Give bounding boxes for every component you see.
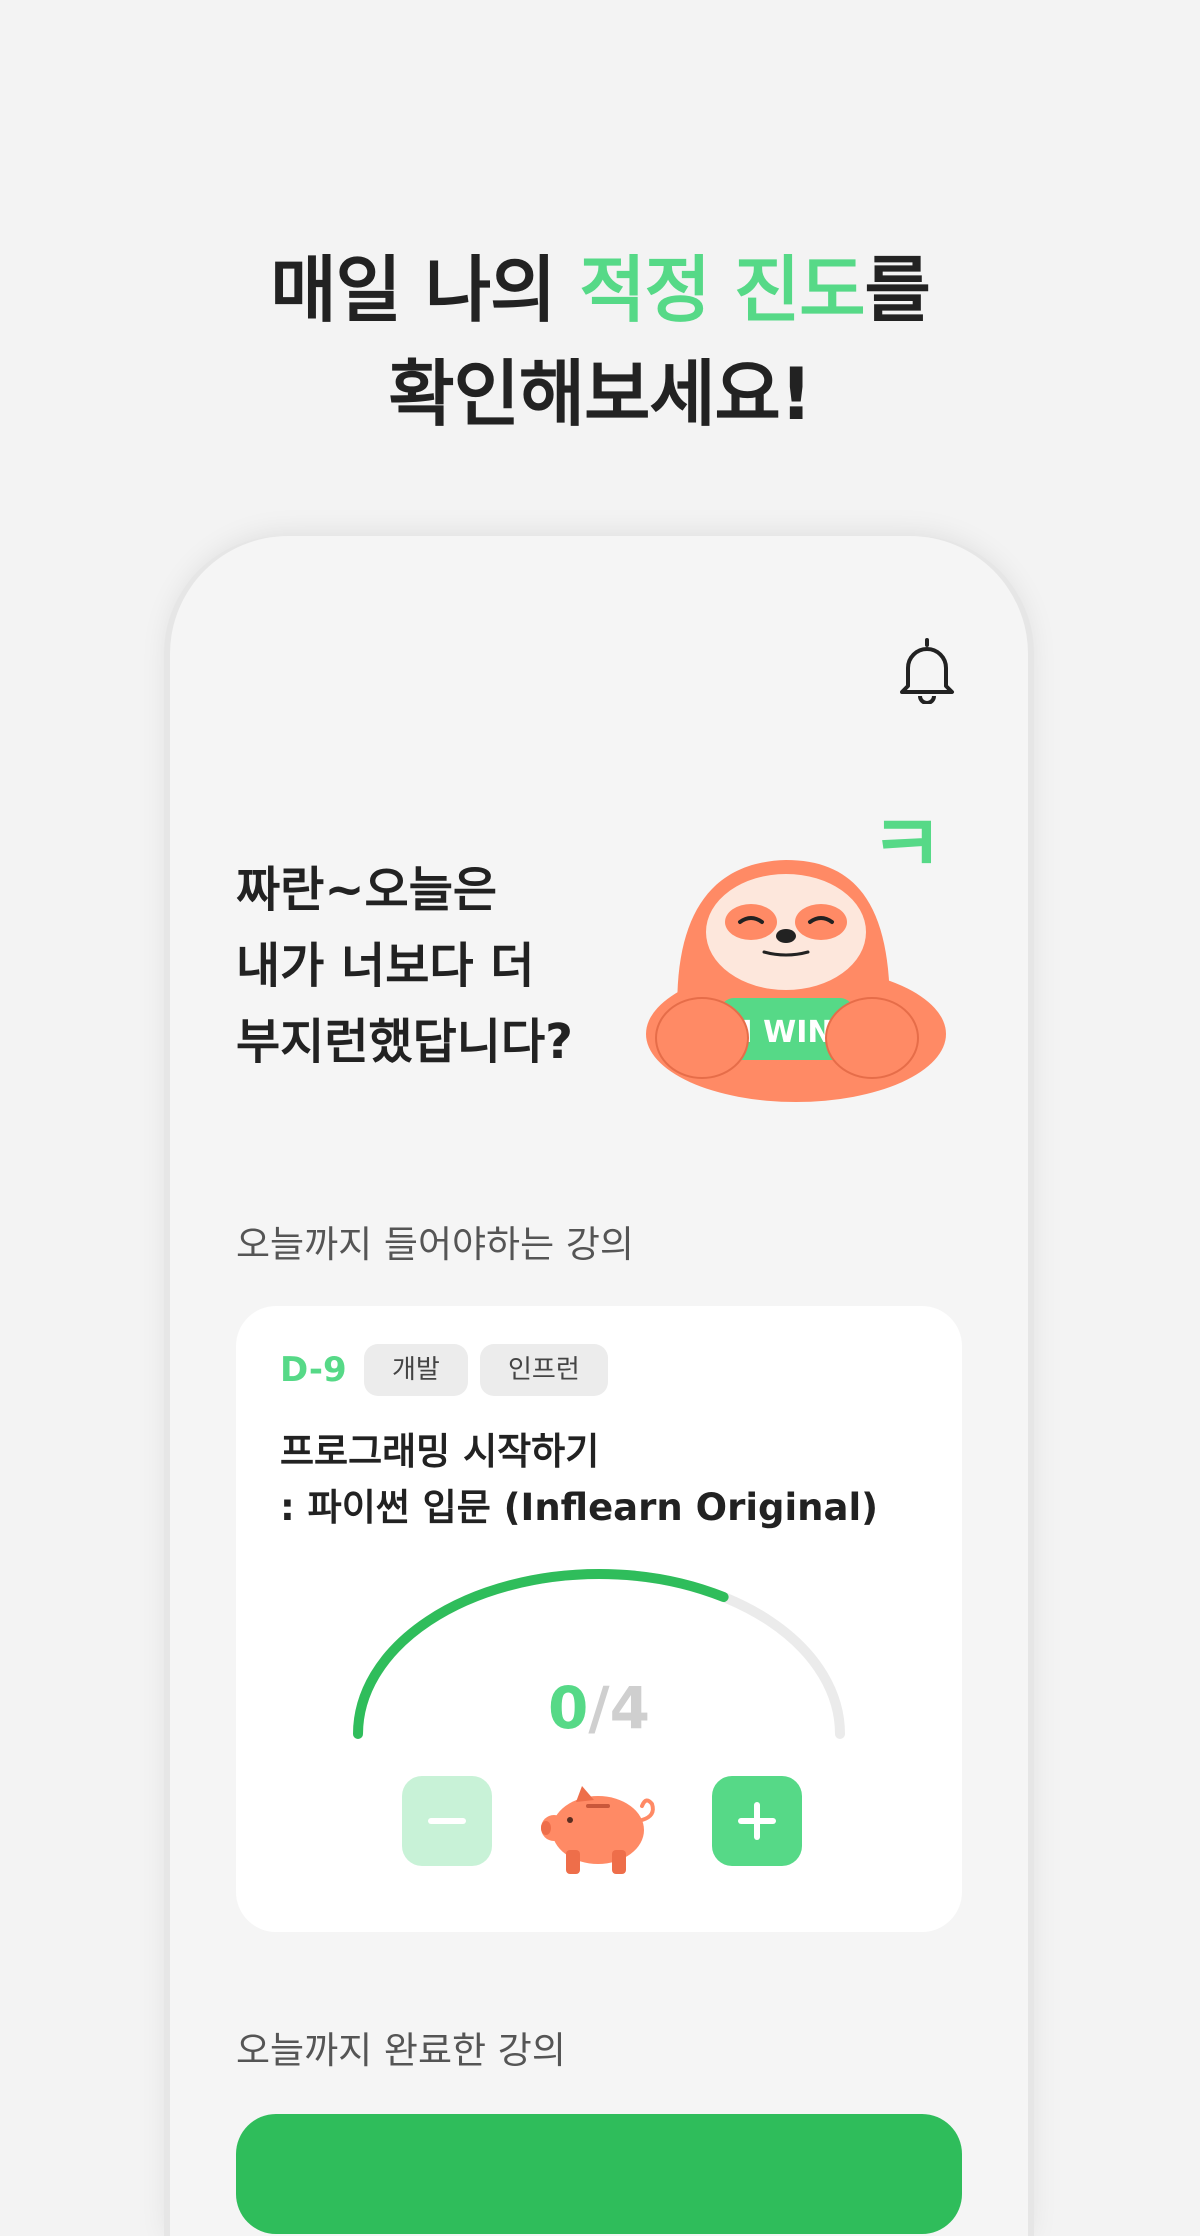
course-title: 프로그래밍 시작하기 : 파이썬 입문 (Inflearn Original) (280, 1424, 878, 1536)
tag-platform: 인프런 (480, 1344, 608, 1396)
progress-counter: 0/4 (236, 1674, 962, 1742)
headline-prefix: 매일 나의 (270, 248, 580, 332)
course-title-line2: : 파이썬 입문 (Inflearn Original) (280, 1486, 879, 1529)
bell-icon[interactable] (896, 636, 958, 704)
greeting-line2: 내가 너보다 더 (236, 938, 535, 994)
phone-frame: 짜란~오늘은 내가 너보다 더 부지런했답니다? ㅋ I WIN 오늘까지 들어… (170, 536, 1028, 2236)
greeting-line3: 부지런했답니다? (236, 1014, 573, 1070)
greeting-line1: 짜란~오늘은 (236, 862, 498, 918)
progress-current: 0 (548, 1674, 589, 1742)
headline-accent: 적정 진도 (579, 248, 865, 332)
tag-category: 개발 (364, 1344, 468, 1396)
minus-button[interactable] (402, 1776, 492, 1866)
headline: 매일 나의 적정 진도를 확인해보세요! (0, 238, 1200, 446)
mascot-badge-text: I WIN (742, 1015, 833, 1050)
course-card[interactable]: D-9 개발 인프런 프로그래밍 시작하기 : 파이썬 입문 (Inflearn… (236, 1306, 962, 1932)
headline-line1: 매일 나의 적정 진도를 (0, 238, 1200, 342)
headline-suffix: 를 (864, 248, 930, 332)
dday-badge: D-9 (280, 1350, 347, 1390)
section-label-required: 오늘까지 들어야하는 강의 (236, 1223, 634, 1266)
progress-separator: / (588, 1674, 610, 1742)
piggy-bank-icon (541, 1786, 655, 1874)
sloth-mascot: ㅋ I WIN (646, 802, 946, 1102)
mascot-bubble-glyph: ㅋ (870, 802, 944, 891)
greeting-text: 짜란~오늘은 내가 너보다 더 부지런했답니다? (236, 852, 573, 1080)
course-title-line1: 프로그래밍 시작하기 (280, 1430, 600, 1473)
plus-button[interactable] (712, 1776, 802, 1866)
completed-course-card[interactable] (236, 2114, 962, 2234)
headline-line2: 확인해보세요! (388, 352, 812, 436)
progress-total: 4 (609, 1674, 650, 1742)
section-label-completed: 오늘까지 완료한 강의 (236, 2029, 566, 2072)
